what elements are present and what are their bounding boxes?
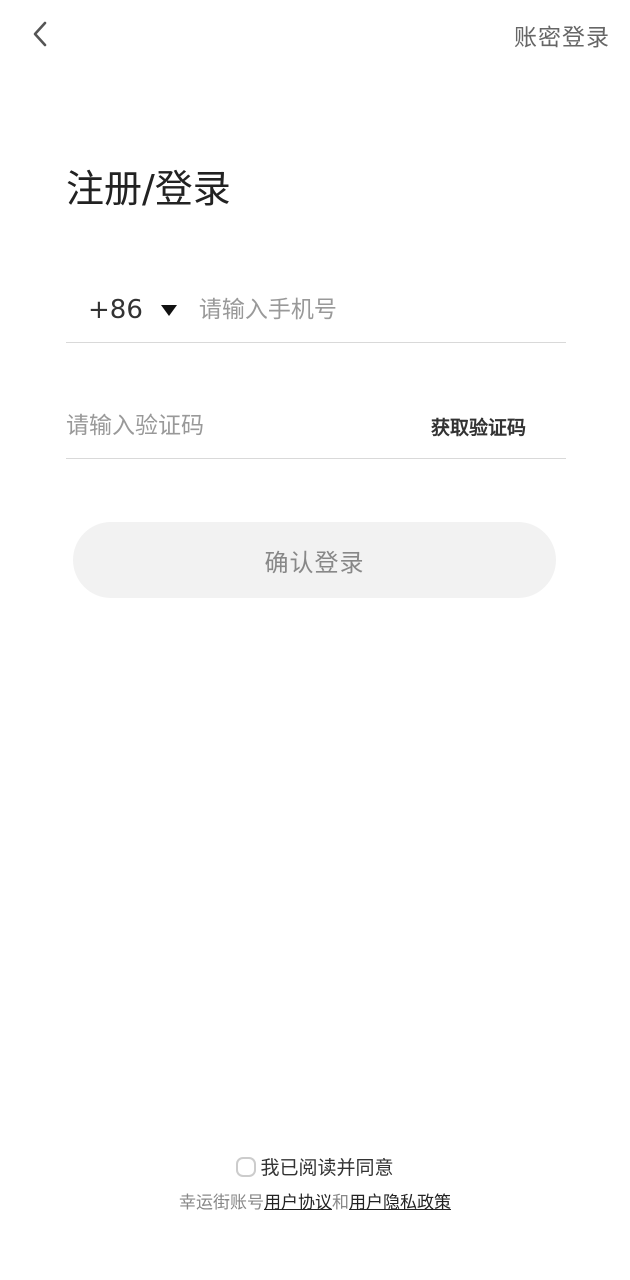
code-field-row: 获取验证码 <box>66 394 566 459</box>
agreement-text: 我已阅读并同意 <box>260 1157 394 1179</box>
agreement-checkbox[interactable] <box>236 1156 257 1177</box>
get-code-button[interactable]: 获取验证码 <box>431 413 526 440</box>
terms-conjunction: 和 <box>332 1193 349 1213</box>
privacy-policy-link[interactable]: 用户隐私政策 <box>349 1193 451 1213</box>
verification-code-input[interactable] <box>66 413 431 439</box>
chevron-left-icon <box>33 21 47 47</box>
triangle-down-icon <box>160 304 177 316</box>
phone-field-row: +86 <box>66 278 566 343</box>
user-agreement-link[interactable]: 用户协议 <box>264 1193 332 1213</box>
password-login-link[interactable]: 账密登录 <box>514 18 610 52</box>
page-title: 注册/登录 <box>66 167 231 211</box>
country-code-value: +86 <box>88 295 143 325</box>
phone-input[interactable] <box>198 297 566 323</box>
confirm-login-button[interactable]: 确认登录 <box>73 522 556 598</box>
country-code-selector[interactable]: +86 <box>88 295 177 325</box>
terms-row: 幸运街账号用户协议和用户隐私政策 <box>0 1188 630 1213</box>
terms-prefix: 幸运街账号 <box>179 1193 264 1213</box>
back-button[interactable] <box>22 16 58 52</box>
agreement-row: 我已阅读并同意 <box>0 1153 630 1180</box>
